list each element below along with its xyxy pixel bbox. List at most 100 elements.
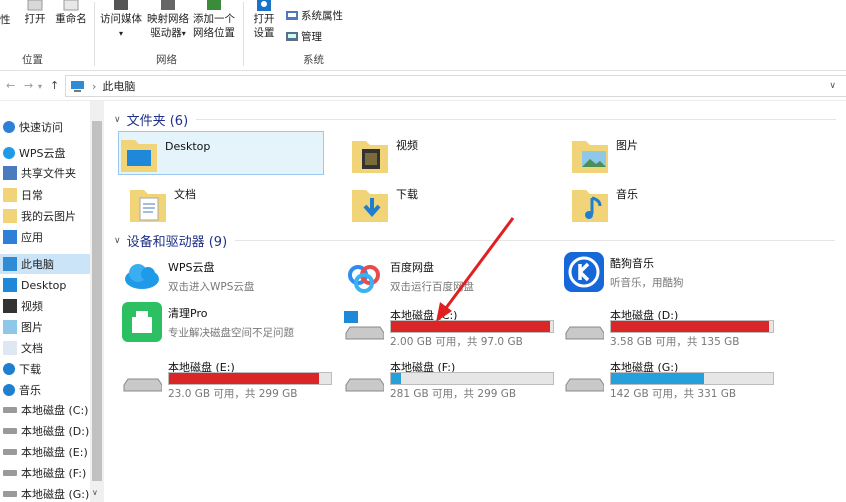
sidebar-item[interactable]: 快速访问 [0,117,90,137]
sidebar-item[interactable]: 本地磁盘 (G:) [0,484,90,502]
media-icon [114,0,128,10]
ribbon-separator [243,2,244,66]
open-icon [27,0,43,11]
add-network-location-button[interactable]: 添加一个 网络位置 [191,0,237,40]
usage-fill [611,373,704,384]
drive-e-info: 23.0 GB 可用，共 299 GB [168,388,298,400]
system-properties-button[interactable]: 系统属性 [286,8,343,23]
usage-fill [391,321,550,332]
sidebar-item[interactable]: 下载 [0,359,90,379]
recent-chevron-icon[interactable]: ▾ [38,82,42,91]
music-folder-icon [572,190,608,222]
sidebar-item[interactable]: 我的云图片 [0,206,90,226]
drive-g-usage-bar [610,372,774,385]
drive-icon [565,326,604,340]
breadcrumb[interactable]: 此电脑 [102,78,135,94]
drive-e-usage-bar [168,372,332,385]
address-box[interactable]: › 此电脑 ∨ [65,75,846,97]
up-button[interactable]: ↑ [50,79,59,92]
forward-button[interactable]: → [24,79,33,92]
sidebar-item[interactable]: 应用 [0,227,90,247]
picture-icon [3,320,17,334]
sidebar-item-label: 文档 [21,342,43,355]
folder-desktop[interactable]: Desktop [118,131,324,175]
sidebar-item[interactable]: 文档 [0,338,90,358]
sidebar-item[interactable]: 本地磁盘 (D:) [0,421,90,441]
ribbon: 性 打开 重命名 位置 访问媒体 ▾ 映射网络 驱动器▾ 添加一个 网络位置 网络 打… [0,0,846,71]
sidebar-item[interactable]: 共享文件夹 [0,163,90,183]
location-group-label: 位置 [22,54,43,66]
music-icon [3,384,15,396]
folders-section-header[interactable]: ∨ 文件夹 (6) [114,110,837,129]
sidebar-item[interactable]: 日常 [0,185,90,205]
address-bar-row: ← → ▾ ↑ › 此电脑 ∨ [0,71,846,101]
drive-g-info: 142 GB 可用，共 331 GB [610,388,737,400]
open-button[interactable]: 打开 [22,0,48,26]
download-folder-icon [352,190,388,222]
section-divider [196,119,837,120]
open-settings-button[interactable]: 打开 设置 [249,0,279,40]
sidebar-item[interactable]: 图片 [0,317,90,337]
map-drive-button[interactable]: 映射网络 驱动器▾ [145,0,191,41]
drive-icon [565,378,604,392]
picture-folder-icon [572,141,608,173]
drive-icon [345,378,384,392]
drive-c-usage-bar [390,320,554,333]
folder-video[interactable]: 视频 [350,133,550,181]
sidebar-item-label: 音乐 [19,384,41,397]
network-group-label: 网络 [156,54,177,66]
sidebar-item-label: 下载 [19,363,41,376]
baidu-netdisk[interactable]: 百度网盘 双击运行百度网盘 [344,255,554,303]
kugou-music[interactable]: 酷狗音乐 听音乐，用酷狗 [564,251,774,299]
collapse-chevron-icon[interactable]: ∨ [114,236,121,246]
drive-f-usage-bar [390,372,554,385]
sidebar-item-label: 本地磁盘 (D:) [21,425,90,438]
folder-music[interactable]: 音乐 [570,182,770,230]
back-button[interactable]: ← [6,79,15,92]
sidebar-item[interactable]: 此电脑 [0,254,90,274]
chevron-down-icon: ▾ [181,29,186,38]
drive-f-info: 281 GB 可用，共 299 GB [390,388,517,400]
devices-section-header[interactable]: ∨ 设备和驱动器 (9) [114,231,836,250]
folder-documents[interactable]: 文档 [128,182,328,230]
sidebar-item[interactable]: 音乐 [0,380,90,400]
manage-button[interactable]: 管理 [286,29,322,44]
sidebar-item-label: Desktop [21,278,67,292]
sidebar-item[interactable]: WPS云盘 [0,143,90,163]
scroll-down-icon[interactable]: ∨ [92,488,98,497]
drive-icon [123,378,162,392]
properties-button-partial[interactable]: 性 [0,13,11,27]
sidebar-item[interactable]: 视频 [0,296,90,316]
chevron-down-icon: ▾ [118,29,123,38]
share-icon [3,166,17,180]
section-divider [235,240,836,241]
collapse-chevron-icon[interactable]: ∨ [114,115,121,125]
video-folder-icon [352,141,388,173]
sidebar-item-label: 应用 [21,231,43,244]
folder-pictures[interactable]: 图片 [570,133,770,181]
manage-icon [286,31,298,41]
sidebar-item-label: 我的云图片 [21,210,76,223]
history-dropdown-icon[interactable]: ∨ [829,81,836,91]
sidebar-item[interactable]: Desktop [0,275,90,295]
sidebar-item-label: 快速访问 [19,121,63,134]
wps-cloud-icon [125,264,159,289]
usage-fill [611,321,769,332]
download-icon [3,363,15,375]
drive-d-usage-bar [610,320,774,333]
desktop-icon [3,278,17,292]
access-media-button[interactable]: 访问媒体 ▾ [97,0,145,41]
computer-icon [71,81,84,92]
sidebar-item[interactable]: 本地磁盘 (E:) [0,442,90,462]
clean-pro[interactable]: 清理Pro 专业解决磁盘空间不足问题 [122,301,342,349]
sidebar-item[interactable]: 本地磁盘 (C:) [0,400,90,420]
wps-cloud-drive[interactable]: WPS云盘 双击进入WPS云盘 [122,255,332,303]
rename-button[interactable]: 重命名 [54,0,88,26]
content-pane: ∨ 文件夹 (6) Desktop 视频 图片 文档 下载 音乐 ∨ 设备和驱动… [104,101,846,502]
usage-fill [391,373,401,384]
sidebar-scroll-thumb[interactable] [92,121,102,481]
sidebar-item-label: 本地磁盘 (G:) [21,488,90,501]
folder-downloads[interactable]: 下载 [350,182,550,230]
sidebar-item[interactable]: 本地磁盘 (F:) [0,463,90,483]
settings-gear-icon [257,0,271,11]
